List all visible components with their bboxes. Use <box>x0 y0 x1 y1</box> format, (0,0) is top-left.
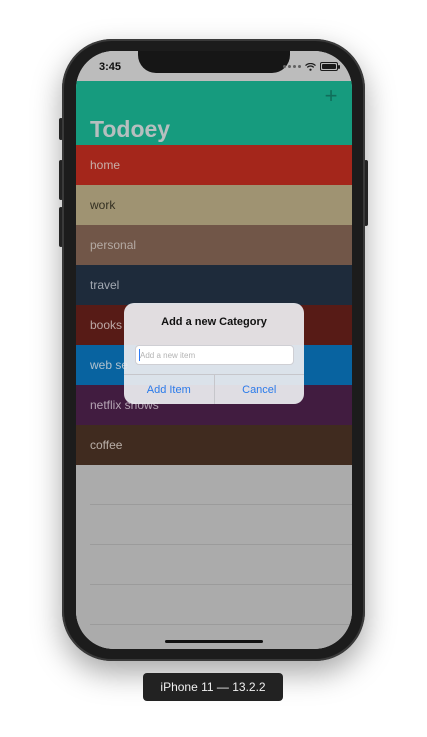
simulator-stage: 3:45 + Todoey home work personal travel … <box>0 0 427 737</box>
phone-screen: 3:45 + Todoey home work personal travel … <box>76 51 352 649</box>
cancel-button[interactable]: Cancel <box>213 375 305 404</box>
device-label: iPhone 11 — 13.2.2 <box>143 673 283 701</box>
add-category-alert: Add a new Category Add Item Cancel <box>124 303 304 404</box>
home-indicator[interactable] <box>165 640 263 643</box>
alert-title: Add a new Category <box>161 316 267 328</box>
alert-actions: Add Item Cancel <box>124 374 304 404</box>
category-name-input[interactable] <box>135 345 294 365</box>
add-item-button[interactable]: Add Item <box>124 375 214 404</box>
text-cursor <box>139 349 140 361</box>
